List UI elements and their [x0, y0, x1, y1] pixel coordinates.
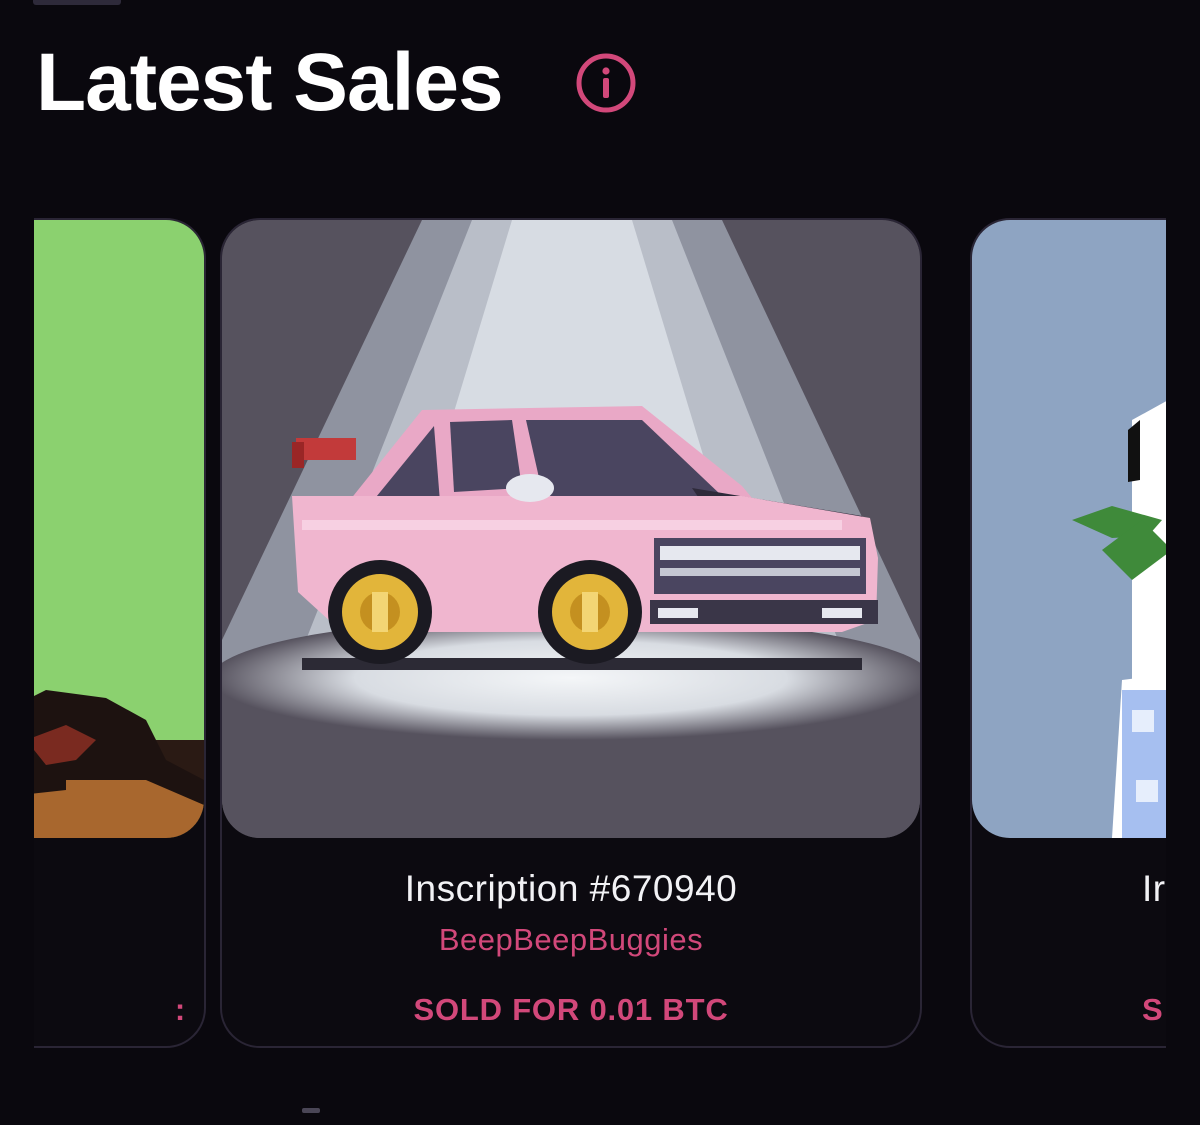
top-nav-stub: [33, 0, 121, 5]
section-title: Latest Sales: [36, 37, 504, 128]
sales-carousel[interactable]: : Inscription #670940 BeepBeepBuggies SO…: [34, 212, 1166, 1062]
section-header: Latest Sales: [36, 42, 637, 124]
carousel-indicator[interactable]: [302, 1108, 320, 1113]
sale-card[interactable]: Inscription #670940 BeepBeepBuggies SOLD…: [220, 218, 922, 1048]
inscription-title[interactable]: Inscription #670940: [222, 868, 920, 910]
collection-link[interactable]: BeepBeepBuggies: [222, 922, 920, 958]
sale-price: S: [1142, 992, 1164, 1027]
inscription-image[interactable]: [972, 220, 1166, 838]
sale-card[interactable]: :: [34, 218, 206, 1048]
inscription-title[interactable]: Ir: [1142, 868, 1166, 910]
sale-price: SOLD FOR 0.01 BTC: [413, 992, 729, 1027]
sale-card[interactable]: Ir S: [970, 218, 1166, 1048]
latest-sales-page: Latest Sales : Inscription #670940 BeepB…: [0, 0, 1200, 1125]
inscription-image[interactable]: [222, 220, 920, 838]
info-icon[interactable]: [575, 52, 637, 114]
sale-price: :: [174, 992, 186, 1027]
inscription-image[interactable]: [34, 220, 204, 838]
